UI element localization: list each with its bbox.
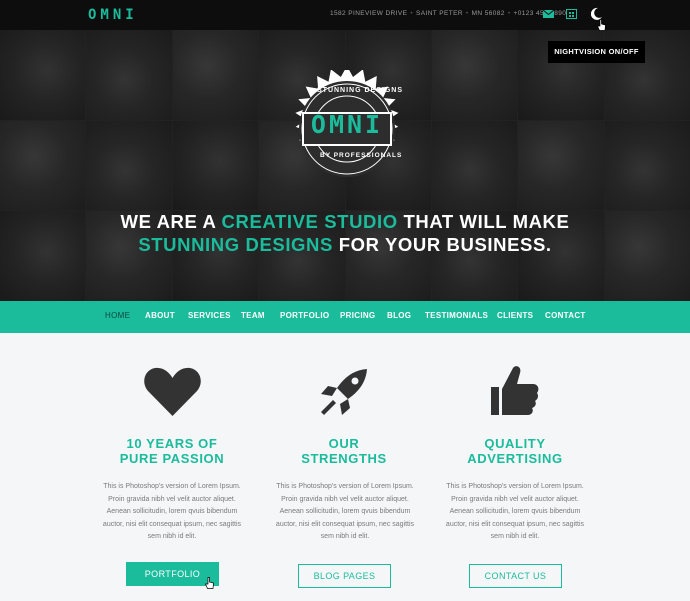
address-street: 1582 PINEVIEW DRIVE — [330, 10, 408, 17]
site-logo[interactable]: OMNI — [88, 7, 138, 23]
feature-title-line: 10 YEARS OF — [126, 436, 218, 451]
nav-pricing[interactable]: PRICING — [340, 311, 375, 320]
tagline-highlight: CREATIVE STUDIO — [221, 211, 398, 232]
nav-about[interactable]: ABOUT — [145, 311, 175, 320]
badge-bottom-text: BY PROFESSIONALS — [320, 152, 403, 159]
feature-title-line: OUR — [328, 436, 360, 451]
feature-title-advertising: QUALITY ADVERTISING — [415, 436, 615, 466]
rocket-icon — [321, 369, 367, 415]
contact-us-button[interactable]: CONTACT US — [469, 564, 562, 588]
address-phone: +0123 456 7890 — [513, 10, 567, 17]
main-nav: HOME ABOUT SERVICES TEAM PORTFOLIO PRICI… — [0, 301, 690, 333]
feature-description: This is Photoshop's version of Lorem Ips… — [275, 483, 415, 540]
nav-clients[interactable]: CLIENTS — [497, 311, 533, 320]
top-bar: OMNI 1582 PINEVIEW DRIVE • SAINT PETER • MN … — [0, 0, 690, 30]
blog-pages-button[interactable]: BLOG PAGES — [298, 564, 391, 588]
feature-title-passion: 10 YEARS OF PURE PASSION — [72, 436, 272, 466]
feature-description: This is Photoshop's version of Lorem Ips… — [445, 483, 585, 540]
tagline-line-2: STUNNING DESIGNS FOR YOUR BUSINESS. — [0, 233, 690, 256]
badge-top-text: STUNNING DESIGNS — [317, 87, 404, 94]
feature-title-line: PURE PASSION — [119, 451, 225, 466]
tagline-text: THAT WILL MAKE — [397, 211, 570, 232]
feature-description: This is Photoshop's version of Lorem Ips… — [102, 483, 242, 540]
feature-title-line: STRENGTHS — [301, 451, 387, 466]
tagline-highlight: STUNNING DESIGNS — [138, 234, 333, 255]
feature-title-line: QUALITY — [484, 436, 546, 451]
nav-portfolio[interactable]: PORTFOLIO — [280, 311, 329, 320]
mail-icon[interactable] — [543, 10, 554, 18]
tagline-text: FOR YOUR BUSINESS. — [332, 234, 552, 255]
nav-home[interactable]: HOME — [105, 311, 130, 320]
heart-icon — [144, 367, 201, 416]
nav-services[interactable]: SERVICES — [188, 311, 231, 320]
tagline-line-1: WE ARE A CREATIVE STUDIO THAT WILL MAKE — [0, 210, 690, 233]
nav-team[interactable]: TEAM — [241, 311, 265, 320]
feature-title-line: ADVERTISING — [467, 451, 563, 466]
badge-wordmark: OMNI — [310, 110, 384, 139]
nightvision-tooltip: NIGHTVISION ON/OFF — [548, 41, 645, 63]
hand-cursor-icon — [205, 577, 214, 589]
nav-testimonials[interactable]: TESTIMONIALS — [425, 311, 488, 320]
feature-title-strengths: OUR STRENGTHS — [244, 436, 444, 466]
address-zip: MN 56082 — [471, 10, 505, 17]
hand-cursor-icon — [597, 19, 606, 31]
address-city: SAINT PETER — [416, 10, 463, 17]
nav-blog[interactable]: BLOG — [387, 311, 411, 320]
thumbs-up-icon — [491, 366, 539, 415]
contact-address: 1582 PINEVIEW DRIVE • SAINT PETER • MN 56082… — [330, 10, 567, 17]
tagline-text: WE ARE A — [120, 211, 222, 232]
nav-contact[interactable]: CONTACT — [545, 311, 586, 320]
calendar-icon[interactable] — [566, 9, 577, 19]
hero-tagline: WE ARE A CREATIVE STUDIO THAT WILL MAKE … — [0, 210, 690, 256]
